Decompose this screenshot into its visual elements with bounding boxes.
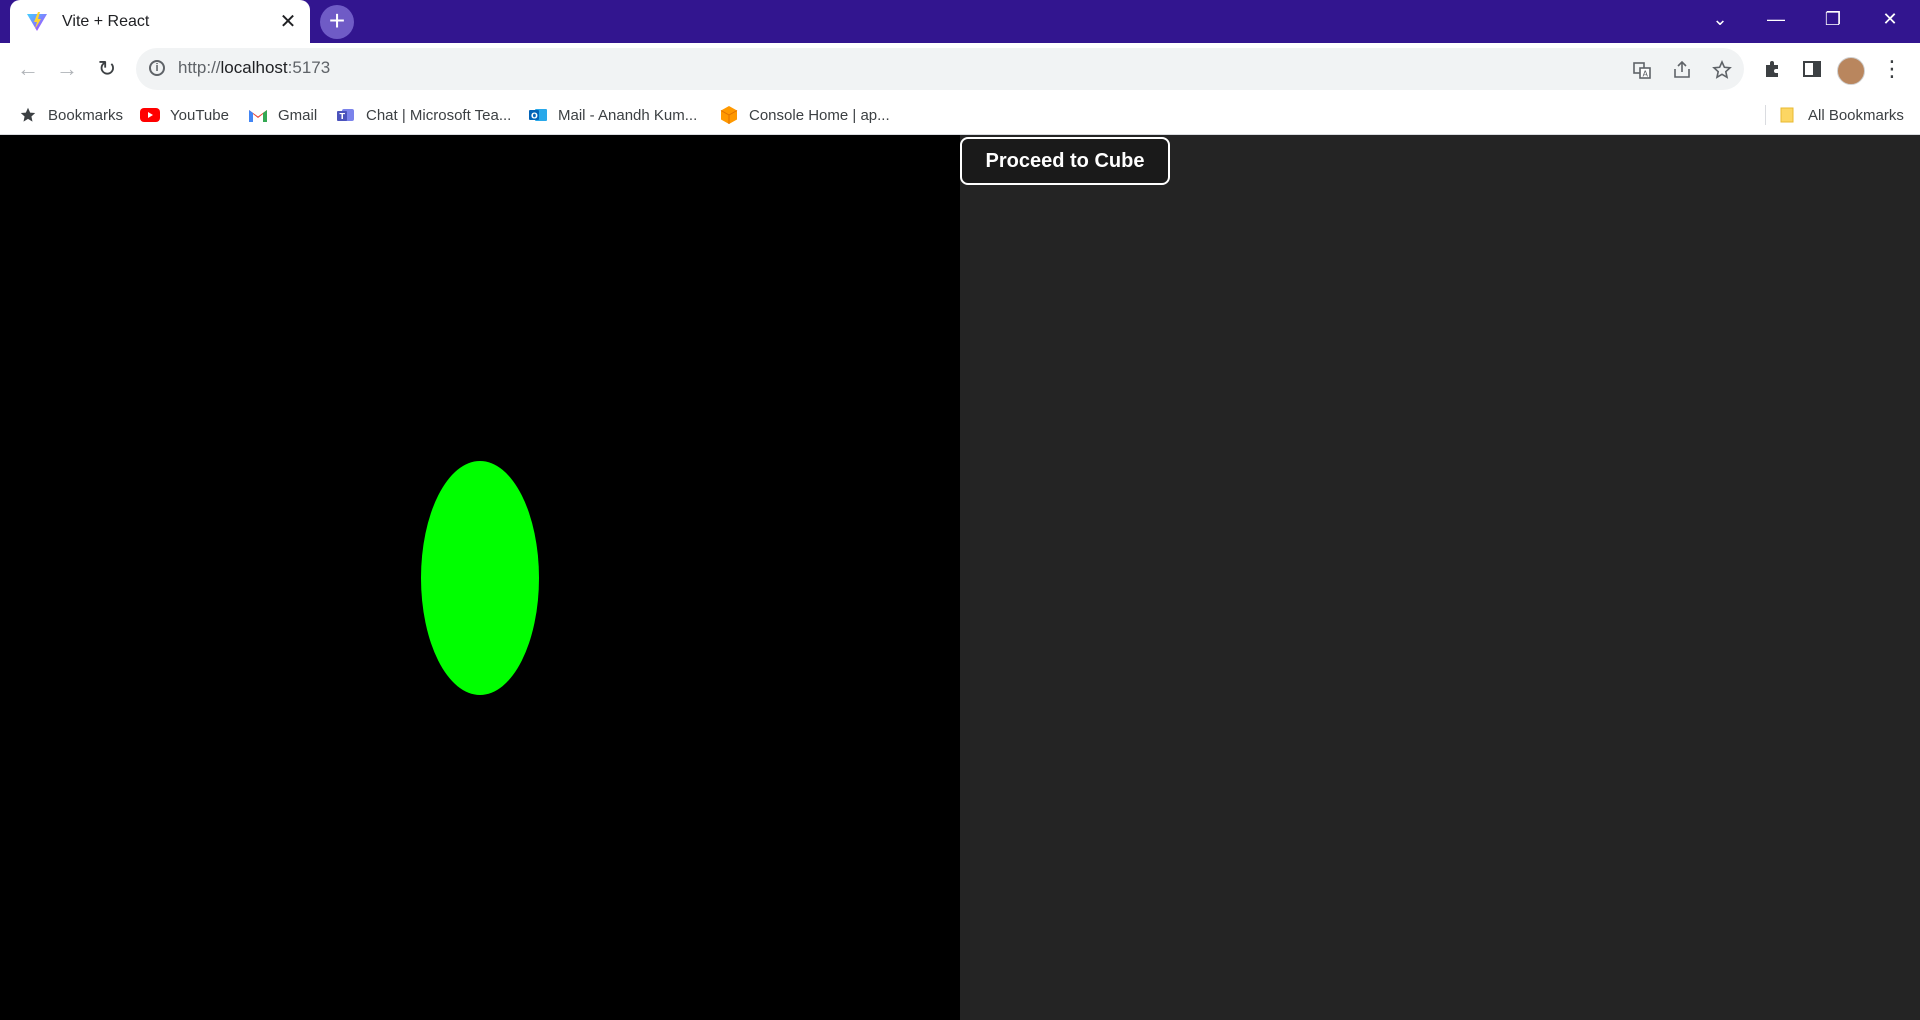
tab-title: Vite + React: [62, 12, 150, 30]
side-panel-icon[interactable]: [1796, 53, 1828, 85]
bookmark-item[interactable]: T Chat | Microsoft Tea...: [336, 95, 511, 135]
page-viewport: Proceed to Cube: [0, 135, 1920, 1020]
back-button[interactable]: ←: [12, 53, 44, 85]
address-bar[interactable]: i http://localhost:5173 A: [136, 48, 1744, 90]
browser-title-bar: Vite + React ✕ + ⌄ — ❐ ✕: [0, 0, 1920, 43]
aws-icon: [719, 106, 739, 124]
bookmark-item[interactable]: YouTube: [140, 95, 229, 135]
svg-text:O: O: [531, 112, 538, 121]
outlook-icon: O: [528, 106, 548, 124]
gmail-icon: [248, 106, 268, 124]
profile-avatar[interactable]: [1837, 57, 1865, 85]
extensions-icon[interactable]: [1756, 53, 1788, 85]
bookmarks-divider: [1765, 105, 1766, 125]
vite-logo-icon: [26, 11, 48, 33]
all-bookmarks-folder[interactable]: All Bookmarks: [1778, 95, 1904, 135]
youtube-icon: [140, 106, 160, 124]
minimize-button[interactable]: —: [1748, 0, 1804, 38]
svg-text:A: A: [1643, 70, 1649, 79]
browser-toolbar: ← → ↻ i http://localhost:5173 A ⋮: [0, 43, 1920, 95]
render-canvas[interactable]: [0, 135, 960, 1020]
translate-icon[interactable]: A: [1630, 58, 1654, 82]
bookmark-star-icon[interactable]: [1710, 58, 1734, 82]
bookmarks-bar: Bookmarks YouTube Gmail T Chat | Microso…: [0, 95, 1920, 135]
bookmark-item[interactable]: Console Home | ap...: [719, 95, 890, 135]
reload-button[interactable]: ↻: [91, 53, 123, 85]
proceed-to-cube-button[interactable]: Proceed to Cube: [960, 137, 1170, 185]
browser-tab-active[interactable]: Vite + React ✕: [10, 0, 310, 43]
svg-text:T: T: [340, 112, 346, 121]
new-tab-button[interactable]: +: [320, 5, 354, 39]
bookmark-item[interactable]: Gmail: [248, 95, 317, 135]
star-icon: [18, 106, 38, 124]
share-icon[interactable]: [1670, 58, 1694, 82]
teams-icon: T: [336, 106, 356, 124]
folder-icon: [1778, 106, 1798, 124]
site-info-icon[interactable]: i: [149, 60, 165, 76]
bookmark-item[interactable]: O Mail - Anandh Kum...: [528, 95, 697, 135]
bookmark-item[interactable]: Bookmarks: [18, 95, 123, 135]
address-url[interactable]: http://localhost:5173: [178, 58, 330, 78]
green-ellipse-shape: [421, 461, 539, 695]
tab-search-icon[interactable]: ⌄: [1692, 0, 1748, 38]
close-window-button[interactable]: ✕: [1862, 0, 1918, 38]
more-menu-icon[interactable]: ⋮: [1876, 53, 1908, 85]
tab-close-icon[interactable]: ✕: [276, 10, 300, 34]
restore-button[interactable]: ❐: [1805, 0, 1861, 38]
forward-button[interactable]: →: [51, 53, 83, 85]
